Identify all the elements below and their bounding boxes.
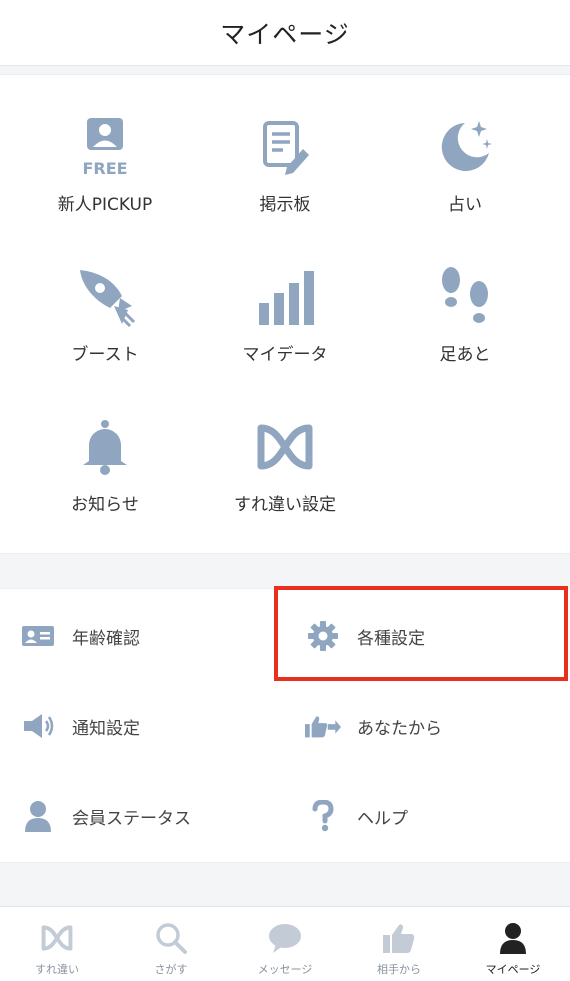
page-title: マイページ [220, 19, 350, 49]
list-item-label: あなたから [357, 718, 442, 739]
tab-surechigai[interactable]: すれ違い [0, 907, 114, 981]
grid-item-label: マイデータ [242, 345, 328, 365]
list-item-label: 通知設定 [72, 718, 140, 739]
tab-messages[interactable]: メッセージ [228, 907, 342, 981]
list-item-label: 年齢確認 [72, 628, 140, 649]
moon-stars-icon [433, 115, 497, 178]
grid-item-new-pickup[interactable]: FREE 新人PICKUP [10, 75, 200, 215]
search-icon [154, 921, 188, 955]
grid-item-label: 新人PICKUP [57, 195, 153, 215]
grid-item-label: 足あと [439, 345, 491, 365]
grid-item-label: 占い [448, 195, 482, 215]
grid-item-label: すれ違い設定 [234, 495, 336, 515]
list-item-label: 各種設定 [357, 628, 425, 649]
grid-item-footprints[interactable]: 足あと [370, 225, 560, 365]
thumbs-up-icon [382, 921, 416, 955]
grid-item-label: お知らせ [71, 495, 139, 515]
grid-item-label: 掲示板 [259, 195, 311, 215]
list-item-settings[interactable]: 各種設定 [285, 591, 570, 681]
tab-my-page[interactable]: マイページ [456, 907, 570, 981]
gear-icon [305, 618, 341, 654]
bell-icon [73, 415, 137, 478]
grid-item-surechigai-settings[interactable]: すれ違い設定 [190, 375, 380, 515]
tab-label: すれ違い [35, 963, 79, 976]
footprints-icon [433, 265, 497, 328]
list-item-label: 会員ステータス [72, 808, 191, 829]
feature-grid: FREE 新人PICKUP 掲示板 占い ブースト マイデータ 足あと お知らせ… [0, 74, 570, 554]
tab-label: メッセージ [257, 963, 313, 976]
id-card-icon [20, 618, 56, 654]
bottom-tab-bar: すれ違い さがす メッセージ 相手から マイページ [0, 906, 570, 981]
new-member-free-icon: FREE [73, 115, 137, 178]
list-item-label: ヘルプ [357, 808, 408, 829]
tab-label: マイページ [485, 963, 541, 976]
question-icon [305, 798, 341, 834]
user-icon [20, 798, 56, 834]
rocket-icon [73, 265, 137, 328]
list-item-notification-settings[interactable]: 通知設定 [0, 681, 285, 771]
bulletin-board-icon [253, 115, 317, 178]
speaker-icon [20, 708, 56, 744]
chat-bubble-icon [268, 921, 302, 955]
settings-list: 年齢確認 各種設定 通知設定 あなたから 会員ステータス ヘルプ [0, 588, 570, 863]
grid-item-boost[interactable]: ブースト [10, 225, 200, 365]
list-item-help[interactable]: ヘルプ [285, 771, 570, 861]
grid-item-label: ブースト [71, 345, 139, 365]
surechigai-logo-icon [40, 921, 74, 955]
tab-search[interactable]: さがす [114, 907, 228, 981]
list-item-age-verification[interactable]: 年齢確認 [0, 591, 285, 681]
grid-item-fortune[interactable]: 占い [370, 75, 560, 215]
surechigai-logo-icon [253, 415, 317, 478]
grid-item-bulletin-board[interactable]: 掲示板 [190, 75, 380, 215]
user-icon [496, 921, 530, 955]
bar-chart-icon [253, 265, 317, 328]
grid-item-my-data[interactable]: マイデータ [190, 225, 380, 365]
tab-label: さがす [154, 963, 188, 976]
header: マイページ [0, 0, 570, 66]
free-badge-text: FREE [82, 159, 127, 178]
list-item-member-status[interactable]: 会員ステータス [0, 771, 285, 861]
thumbs-up-arrow-icon [305, 708, 341, 744]
grid-item-notices[interactable]: お知らせ [10, 375, 200, 515]
tab-from-others[interactable]: 相手から [342, 907, 456, 981]
list-item-from-you[interactable]: あなたから [285, 681, 570, 771]
tab-label: 相手から [377, 963, 421, 976]
